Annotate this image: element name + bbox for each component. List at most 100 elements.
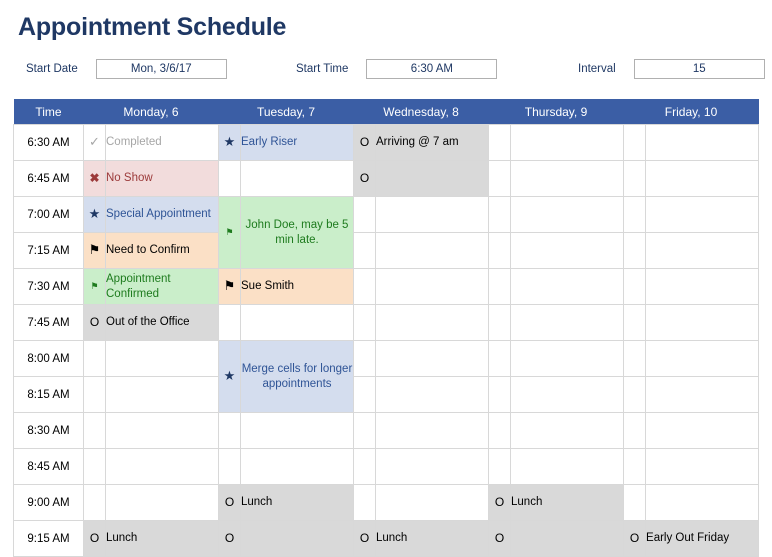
appointment-cell-mon-0845[interactable] [105, 448, 219, 485]
empty-icon-cell[interactable] [218, 448, 241, 485]
appointment-cell-tue-0845[interactable] [240, 448, 354, 485]
appointment-cell-fri-0900[interactable] [645, 484, 760, 521]
empty-icon-cell[interactable] [83, 340, 106, 377]
star-icon[interactable]: ★ [218, 340, 241, 413]
appointment-cell-fri-0845[interactable] [645, 448, 760, 485]
appointment-cell-tue-0800[interactable]: Merge cells for longer appointments [240, 340, 354, 413]
appointment-cell-mon-0900[interactable] [105, 484, 219, 521]
appointment-cell-thu-0700[interactable] [510, 196, 625, 233]
appointment-cell-fri-0630[interactable] [645, 124, 760, 161]
empty-icon-cell[interactable] [623, 124, 647, 161]
appointment-cell-mon-0730[interactable]: Appointment Confirmed [105, 268, 219, 305]
empty-icon-cell[interactable] [623, 376, 647, 413]
out-of-office-icon[interactable]: O [488, 520, 512, 557]
appointment-cell-wed-0900[interactable] [374, 484, 490, 521]
appointment-cell-fri-0745[interactable] [645, 304, 760, 341]
appointment-cell-tue-0830[interactable] [240, 412, 354, 449]
empty-icon-cell[interactable] [488, 340, 512, 377]
empty-icon-cell[interactable] [488, 196, 512, 233]
empty-icon-cell[interactable] [623, 484, 647, 521]
appointment-cell-fri-0715[interactable] [645, 232, 760, 269]
flag-icon[interactable]: ⚑ [218, 196, 241, 269]
appointment-cell-mon-0745[interactable]: Out of the Office [105, 304, 219, 341]
empty-icon-cell[interactable] [218, 412, 241, 449]
empty-icon-cell[interactable] [353, 232, 376, 269]
empty-icon-cell[interactable] [353, 448, 376, 485]
empty-icon-cell[interactable] [488, 304, 512, 341]
empty-icon-cell[interactable] [353, 268, 376, 305]
empty-icon-cell[interactable] [488, 160, 512, 197]
empty-icon-cell[interactable] [623, 448, 647, 485]
appointment-cell-tue-0900[interactable]: Lunch [240, 484, 354, 521]
appointment-cell-fri-0800[interactable] [645, 340, 760, 377]
flag-outline-icon[interactable]: ⚑ [218, 268, 241, 305]
out-of-office-icon[interactable]: O [623, 520, 647, 557]
appointment-cell-tue-0745[interactable] [240, 304, 354, 341]
appointment-cell-wed-0845[interactable] [374, 448, 490, 485]
appointment-cell-tue-0700[interactable]: John Doe, may be 5 min late. [240, 196, 354, 269]
appointment-cell-thu-0900[interactable]: Lunch [510, 484, 625, 521]
empty-icon-cell[interactable] [353, 340, 376, 377]
empty-icon-cell[interactable] [623, 340, 647, 377]
appointment-cell-wed-0815[interactable] [374, 376, 490, 413]
appointment-cell-wed-0630[interactable]: Arriving @ 7 am [374, 124, 490, 161]
appointment-cell-mon-0645[interactable]: No Show [105, 160, 219, 197]
star-icon[interactable]: ★ [83, 196, 106, 233]
out-of-office-icon[interactable]: O [353, 520, 376, 557]
out-of-office-icon[interactable]: O [218, 484, 241, 521]
flag-icon[interactable]: ⚑ [83, 268, 106, 305]
appointment-cell-wed-0830[interactable] [374, 412, 490, 449]
appointment-cell-fri-0915[interactable]: Early Out Friday [645, 520, 760, 557]
empty-icon-cell[interactable] [488, 376, 512, 413]
empty-icon-cell[interactable] [488, 412, 512, 449]
appointment-cell-thu-0645[interactable] [510, 160, 625, 197]
appointment-cell-thu-0915[interactable] [510, 520, 625, 557]
empty-icon-cell[interactable] [623, 196, 647, 233]
out-of-office-icon[interactable]: O [353, 124, 376, 161]
appointment-cell-mon-0815[interactable] [105, 376, 219, 413]
out-of-office-icon[interactable]: O [353, 160, 376, 197]
appointment-cell-mon-0800[interactable] [105, 340, 219, 377]
empty-icon-cell[interactable] [488, 124, 512, 161]
empty-icon-cell[interactable] [488, 232, 512, 269]
appointment-cell-thu-0845[interactable] [510, 448, 625, 485]
out-of-office-icon[interactable]: O [83, 304, 106, 341]
empty-icon-cell[interactable] [83, 448, 106, 485]
appointment-cell-fri-0815[interactable] [645, 376, 760, 413]
appointment-cell-wed-0700[interactable] [374, 196, 490, 233]
empty-icon-cell[interactable] [353, 376, 376, 413]
appointment-cell-fri-0645[interactable] [645, 160, 760, 197]
appointment-cell-tue-0915[interactable] [240, 520, 354, 557]
empty-icon-cell[interactable] [623, 304, 647, 341]
empty-icon-cell[interactable] [623, 268, 647, 305]
appointment-cell-mon-0830[interactable] [105, 412, 219, 449]
out-of-office-icon[interactable]: O [218, 520, 241, 557]
appointment-cell-thu-0630[interactable] [510, 124, 625, 161]
empty-icon-cell[interactable] [488, 448, 512, 485]
appointment-cell-thu-0800[interactable] [510, 340, 625, 377]
appointment-cell-wed-0645[interactable] [374, 160, 490, 197]
no-show-icon[interactable]: ✖ [83, 160, 106, 197]
appointment-cell-thu-0815[interactable] [510, 376, 625, 413]
appointment-cell-tue-0645[interactable] [240, 160, 354, 197]
check-icon[interactable]: ✓ [83, 124, 106, 161]
empty-icon-cell[interactable] [623, 232, 647, 269]
appointment-cell-wed-0745[interactable] [374, 304, 490, 341]
empty-icon-cell[interactable] [353, 304, 376, 341]
appointment-cell-thu-0830[interactable] [510, 412, 625, 449]
empty-icon-cell[interactable] [353, 484, 376, 521]
empty-icon-cell[interactable] [83, 412, 106, 449]
appointment-cell-thu-0715[interactable] [510, 232, 625, 269]
star-icon[interactable]: ★ [218, 124, 241, 161]
start-time-input[interactable]: 6:30 AM [366, 59, 498, 79]
appointment-cell-fri-0700[interactable] [645, 196, 760, 233]
out-of-office-icon[interactable]: O [83, 520, 106, 557]
empty-icon-cell[interactable] [218, 304, 241, 341]
appointment-cell-mon-0715[interactable]: Need to Confirm [105, 232, 219, 269]
empty-icon-cell[interactable] [623, 160, 647, 197]
appointment-cell-wed-0915[interactable]: Lunch [374, 520, 490, 557]
empty-icon-cell[interactable] [623, 412, 647, 449]
appointment-cell-tue-0730[interactable]: Sue Smith [240, 268, 354, 305]
appointment-cell-thu-0730[interactable] [510, 268, 625, 305]
appointment-cell-mon-0915[interactable]: Lunch [105, 520, 219, 557]
